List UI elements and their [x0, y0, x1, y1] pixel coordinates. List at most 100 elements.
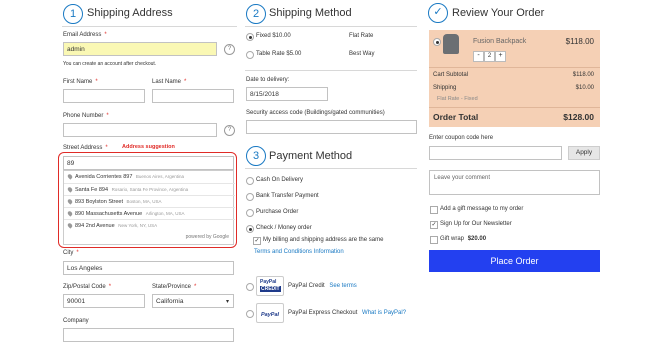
first-name-input[interactable] — [63, 89, 145, 103]
gift-wrap-label: Gift wrap $20.00 — [440, 236, 487, 242]
phone-input[interactable] — [63, 123, 217, 137]
coupon-input[interactable] — [429, 146, 562, 160]
order-total-label: Order Total — [433, 112, 479, 122]
divider — [245, 26, 417, 27]
email-label: Email Address * — [63, 32, 107, 38]
paypal-credit-label: PayPal Credit See terms — [288, 283, 357, 289]
product-price: $118.00 — [565, 37, 594, 46]
place-order-button[interactable]: Place Order — [429, 250, 600, 272]
payment-option-label: Purchase Order — [256, 209, 299, 215]
shipping-method-sub: Flat Rate - Fixed — [437, 96, 478, 102]
apply-coupon-button[interactable]: Apply — [568, 146, 600, 160]
payment-option-label: Check / Money order — [256, 225, 312, 231]
shipping-carrier: Best Way — [349, 51, 375, 57]
qty-increase-button[interactable]: + — [495, 51, 506, 62]
step-3-badge: 3 — [246, 146, 266, 166]
shipping-method-title: Shipping Method — [269, 7, 352, 19]
product-name[interactable]: Fusion Backpack — [473, 38, 526, 45]
chevron-down-icon: ▾ — [225, 299, 229, 305]
shipping-option-radio[interactable] — [246, 51, 254, 59]
divider — [429, 107, 600, 108]
location-pin-icon — [66, 198, 74, 205]
city-label: City * — [63, 250, 79, 256]
order-total-value: $128.00 — [563, 112, 594, 122]
payment-option-radio[interactable] — [246, 209, 254, 217]
shipping-option-label: Fixed $10.00 — [256, 33, 291, 39]
same-address-label: My billing and shipping address are the … — [263, 237, 384, 243]
gift-message-label: Add a gift message to my order — [440, 206, 524, 212]
divider — [62, 26, 237, 27]
comment-textarea[interactable]: Leave your comment — [429, 170, 600, 195]
delivery-date-input[interactable]: 8/15/2018 — [246, 87, 328, 101]
cart-subtotal-value: $118.00 — [572, 72, 594, 78]
product-select-radio[interactable] — [433, 38, 441, 46]
paypal-express-label: PayPal Express Checkout What is PayPal? — [288, 310, 407, 316]
see-terms-link[interactable]: See terms — [329, 283, 356, 289]
help-icon[interactable]: ? — [224, 44, 235, 55]
paypal-credit-logo: PayPal CREDIT — [256, 276, 284, 296]
cart-subtotal-label: Cart Subtotal — [433, 72, 469, 78]
payment-option-label: Cash On Delivery — [256, 177, 304, 183]
gift-message-checkbox[interactable] — [430, 206, 438, 214]
shipping-value: $10.00 — [575, 85, 594, 91]
street-input[interactable]: 89 — [63, 156, 234, 170]
step-1-badge: 1 — [63, 4, 83, 24]
shipping-carrier: Flat Rate — [349, 33, 374, 39]
location-pin-icon — [66, 210, 74, 217]
payment-option-radio[interactable] — [246, 283, 254, 291]
street-label: Street Address * — [63, 145, 108, 151]
zip-label: Zip/Postal Code * — [63, 284, 112, 290]
shipping-label: Shipping — [433, 85, 457, 91]
shipping-address-title: Shipping Address — [87, 7, 173, 19]
email-input[interactable]: admin — [63, 42, 217, 56]
payment-option-radio[interactable] — [246, 225, 254, 233]
check-icon: ✓ — [428, 3, 448, 23]
location-pin-icon — [66, 173, 74, 180]
divider — [245, 70, 417, 71]
phone-label: Phone Number * — [63, 113, 109, 119]
terms-link[interactable]: Terms and Conditions Information — [254, 249, 344, 255]
help-icon[interactable]: ? — [224, 125, 235, 136]
payment-option-radio[interactable] — [246, 177, 254, 185]
shipping-option-radio[interactable] — [246, 33, 254, 41]
order-summary-panel: Fusion Backpack $118.00 - 2 + Cart Subto… — [429, 30, 600, 127]
payment-method-title: Payment Method — [269, 150, 353, 162]
email-note: You can create an account after checkout… — [63, 61, 157, 67]
last-name-label: Last Name * — [152, 79, 187, 85]
suggestion-item[interactable]: 894 2nd Avenue New York, NY, USA — [64, 219, 235, 232]
what-is-paypal-link[interactable]: What is PayPal? — [362, 310, 406, 316]
newsletter-checkbox[interactable]: ✓ — [430, 221, 438, 229]
paypal-logo: PayPal — [256, 303, 284, 323]
newsletter-label: Sign Up for Our Newsletter — [440, 221, 512, 227]
divider — [245, 168, 417, 169]
state-select[interactable]: California ▾ — [152, 294, 234, 308]
security-code-label: Security access code (Buildings/gated co… — [246, 110, 385, 116]
powered-by-google: powered by Google — [185, 234, 229, 240]
city-input[interactable]: Los Angeles — [63, 261, 234, 275]
location-pin-icon — [66, 186, 74, 193]
qty-input[interactable]: 2 — [484, 51, 495, 62]
location-pin-icon — [66, 222, 74, 229]
coupon-label: Enter coupon code here — [429, 135, 494, 141]
security-code-input[interactable] — [246, 120, 417, 134]
zip-input[interactable]: 90001 — [63, 294, 145, 308]
suggestion-item[interactable]: Avenida Corrientes 897 Buenos Aires, Arg… — [64, 171, 235, 183]
qty-decrease-button[interactable]: - — [473, 51, 484, 62]
shipping-option-label: Table Rate $5.00 — [256, 51, 302, 57]
product-image — [443, 34, 459, 54]
delivery-date-label: Date to delivery: — [246, 77, 290, 83]
address-suggestion-label: Address suggestion — [122, 144, 175, 150]
payment-option-radio[interactable] — [246, 193, 254, 201]
same-address-checkbox[interactable]: ✓ — [253, 237, 261, 245]
first-name-label: First Name * — [63, 79, 98, 85]
state-label: State/Province * — [152, 284, 197, 290]
divider — [429, 67, 600, 68]
payment-option-label: Bank Transfer Payment — [256, 193, 319, 199]
gift-wrap-checkbox[interactable] — [430, 236, 438, 244]
last-name-input[interactable] — [152, 89, 234, 103]
payment-option-radio[interactable] — [246, 310, 254, 318]
company-label: Company — [63, 318, 89, 324]
review-order-title: Review Your Order — [452, 7, 545, 19]
suggestion-dropdown: Avenida Corrientes 897 Buenos Aires, Arg… — [63, 170, 235, 245]
step-2-badge: 2 — [246, 4, 266, 24]
